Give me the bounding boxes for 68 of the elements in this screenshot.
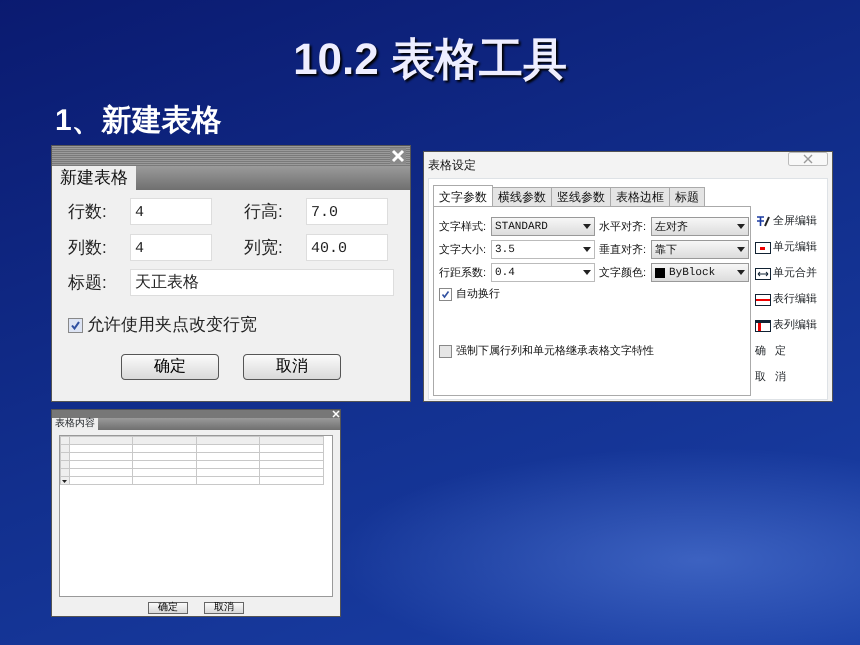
field-label: 行距系数: xyxy=(439,266,488,281)
checkbox[interactable] xyxy=(68,318,83,333)
checkbox[interactable] xyxy=(439,344,452,358)
dropdown-value: ByBlock xyxy=(669,266,716,281)
dropdown[interactable]: 左对齐 xyxy=(651,217,749,236)
checkbox[interactable] xyxy=(439,288,452,302)
row-icon xyxy=(755,292,771,307)
ok-button[interactable]: 确定 xyxy=(148,602,188,614)
dropdown-value: 靠下 xyxy=(655,242,677,258)
dropdown[interactable]: STANDARD xyxy=(491,217,595,236)
slide-title: 10.2 表格工具 xyxy=(292,36,568,84)
field-label: 水平对齐: xyxy=(599,220,648,235)
field-label: 列数: xyxy=(68,237,108,260)
field-label: 垂直对齐: xyxy=(599,242,648,258)
tab[interactable]: 文字参数 xyxy=(433,185,493,206)
caret-icon xyxy=(737,224,745,230)
input-field[interactable]: 4 xyxy=(130,234,212,262)
dropdown-value: 左对齐 xyxy=(655,220,688,235)
caret-icon xyxy=(737,270,745,276)
tab[interactable]: 竖线参数 xyxy=(551,187,611,206)
input-field[interactable]: 40.0 xyxy=(306,234,388,262)
dropdown-value: 0.4 xyxy=(495,266,515,281)
toolbar-button[interactable]: 确 定 xyxy=(755,341,817,362)
tab[interactable]: 横线参数 xyxy=(492,187,552,206)
dropdown[interactable]: 靠下 xyxy=(651,240,749,260)
dialog-tab[interactable]: 新建表格 xyxy=(52,166,136,190)
slide-subtitle: 1、新建表格 xyxy=(55,104,223,138)
dialog-title: 表格设定 xyxy=(428,157,476,174)
field-label: 文字颜色: xyxy=(599,266,648,281)
toolbar-button[interactable]: 表列编辑 xyxy=(755,315,817,336)
field-label: 文字样式: xyxy=(439,220,488,235)
checkbox-label: 允许使用夹点改变行宽 xyxy=(87,314,257,336)
dropdown[interactable]: 0.4 xyxy=(491,263,595,282)
dropdown-value: STANDARD xyxy=(495,220,548,235)
caret-icon xyxy=(62,480,68,483)
cancel-button[interactable]: 取消 xyxy=(243,354,341,380)
input-field[interactable]: 4 xyxy=(130,198,212,226)
field-label: 行高: xyxy=(244,201,284,224)
toolbar-button[interactable]: 单元编辑 xyxy=(755,237,817,258)
tab[interactable]: 标题 xyxy=(669,187,705,206)
field-label: 列宽: xyxy=(244,237,284,260)
close-icon[interactable] xyxy=(788,152,828,166)
caret-icon xyxy=(583,247,591,252)
tab[interactable]: 表格边框 xyxy=(610,187,670,206)
dropdown-value: 3.5 xyxy=(495,242,515,258)
merge-icon xyxy=(755,266,771,281)
caret-icon xyxy=(583,270,591,276)
field-label: 标题: xyxy=(68,272,108,294)
cell-icon xyxy=(755,240,771,255)
caret-icon xyxy=(583,224,591,230)
dropdown[interactable]: ByBlock xyxy=(651,263,749,282)
input-field[interactable]: 7.0 xyxy=(306,198,388,226)
cancel-button[interactable]: 取消 xyxy=(204,602,244,614)
dropdown[interactable]: 3.5 xyxy=(491,240,595,260)
column-icon xyxy=(755,318,771,333)
pencil-icon xyxy=(755,214,771,229)
toolbar-button[interactable]: 单元合并 xyxy=(755,263,817,284)
checkbox-label: 强制下属行列和单元格继承表格文字特性 xyxy=(456,344,654,359)
caret-icon xyxy=(737,247,745,252)
input-field[interactable]: 天正表格 xyxy=(130,269,394,296)
field-label: 行数: xyxy=(68,201,108,224)
checkbox-label: 自动换行 xyxy=(456,287,500,302)
toolbar-button[interactable]: 表行编辑 xyxy=(755,289,817,310)
ok-button[interactable]: 确定 xyxy=(121,354,219,380)
field-label: 文字大小: xyxy=(439,242,488,258)
toolbar-button[interactable]: 取 消 xyxy=(755,367,817,388)
dialog-tab[interactable]: 表格内容 xyxy=(52,418,98,430)
toolbar-button[interactable]: 全屏编辑 xyxy=(755,211,817,232)
